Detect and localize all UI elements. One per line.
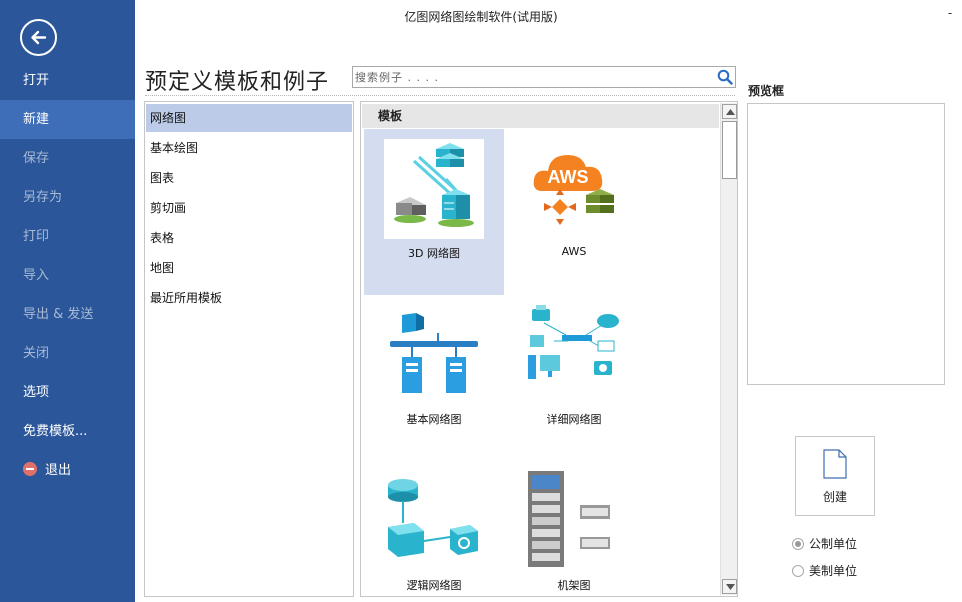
preview-title: 预览框 [748,84,785,98]
us-unit-radio[interactable]: 美制单位 [792,563,857,579]
sidebar-item-save[interactable]: 保存 [0,139,135,178]
sidebar-item-options[interactable]: 选项 [0,373,135,412]
logical-network-thumbnail [388,479,478,557]
sidebar-item-label: 退出 [45,463,72,478]
template-label: 详细网络图 [546,413,602,426]
exit-icon [23,462,37,476]
sidebar-item-label: 新建 [23,112,50,127]
sidebar-item-save-as[interactable]: 另存为 [0,178,135,217]
scroll-down-button[interactable] [722,579,737,594]
triangle-up-icon [726,109,735,115]
sidebar-item-label: 导出 & 发送 [23,307,94,322]
minimize-button[interactable]: - [944,6,956,20]
template-scrollbar[interactable] [720,103,737,595]
metric-unit-radio[interactable]: 公制单位 [792,536,857,552]
app-window: 打开 新建 保存 另存为 打印 导入 导出 & 发送 关闭 选项 免费模板...… [0,0,962,602]
create-label: 创建 [822,490,847,504]
window-title: 亿图网络图绘制软件(试用版) [404,10,558,24]
sidebar-item-label: 保存 [23,151,50,166]
category-basic-drawing[interactable]: 基本绘图 [146,134,352,162]
sidebar-item-free-templates[interactable]: 免费模板... [0,412,135,451]
aws-thumbnail: AWS [533,155,614,225]
sidebar-item-label: 关闭 [23,346,50,361]
category-table[interactable]: 表格 [146,224,352,252]
category-clipart[interactable]: 剪切画 [146,194,352,222]
sidebar-item-print[interactable]: 打印 [0,217,135,256]
template-logical-network[interactable]: 逻辑网络图 [364,461,504,596]
search-input[interactable] [355,68,705,86]
page-title: 预定义模板和例子 [145,70,330,95]
heading-divider [145,95,735,96]
template-3d-network[interactable]: 3D 网络图 [364,129,504,295]
radio-label: 公制单位 [809,537,858,551]
scroll-thumb[interactable] [722,121,737,179]
sidebar-item-label: 打开 [23,73,50,88]
basic-network-thumbnail [390,313,478,393]
sidebar-item-close[interactable]: 关闭 [0,334,135,373]
backstage-sidebar: 打开 新建 保存 另存为 打印 导入 导出 & 发送 关闭 选项 免费模板...… [0,0,135,602]
new-document-icon [823,449,847,479]
category-map[interactable]: 地图 [146,254,352,282]
sidebar-item-label: 免费模板... [23,424,88,439]
sidebar-item-new[interactable]: 新建 [0,100,135,139]
sidebar-item-label: 另存为 [23,190,63,205]
triangle-down-icon [726,584,735,590]
radio-unchecked-icon [792,565,804,577]
category-chart[interactable]: 图表 [146,164,352,192]
search-box[interactable] [352,66,736,88]
template-rack-diagram[interactable]: 机架图 [504,461,644,596]
template-aws[interactable]: AWS AWS [504,129,644,295]
category-list: 网络图 基本绘图 图表 剪切画 表格 地图 最近所用模板 [144,101,354,597]
back-arrow-icon [31,30,47,45]
template-label: 3D 网络图 [408,247,460,260]
template-label: 基本网络图 [406,413,462,426]
sidebar-item-label: 选项 [23,385,50,400]
create-button[interactable]: 创建 [795,436,875,516]
rack-diagram-thumbnail [528,471,610,567]
template-basic-network[interactable]: 基本网络图 [364,295,504,461]
radio-label: 美制单位 [809,564,858,578]
3d-network-thumbnail [384,139,484,239]
sidebar-item-exit[interactable]: 退出 [0,451,135,490]
sidebar-item-import[interactable]: 导入 [0,256,135,295]
scroll-up-button[interactable] [722,104,737,119]
search-icon[interactable] [717,69,733,85]
template-label: AWS [561,245,587,258]
category-network[interactable]: 网络图 [146,104,352,132]
preview-box [747,103,945,385]
aws-logo-text: AWS [547,167,588,187]
template-gallery: 模板 3D 网络图 AWS AWS 基本网络图 详细网络图 逻辑网络图 机架图 [360,101,738,597]
template-label: 机架图 [557,579,591,592]
detailed-network-thumbnail [528,305,619,379]
radio-checked-icon [792,538,804,550]
sidebar-item-export-send[interactable]: 导出 & 发送 [0,295,135,334]
sidebar-item-open[interactable]: 打开 [0,61,135,100]
category-recent-templates[interactable]: 最近所用模板 [146,284,352,312]
sidebar-item-label: 导入 [23,268,50,283]
template-label: 逻辑网络图 [406,579,462,592]
template-detailed-network[interactable]: 详细网络图 [504,295,644,461]
template-section-header: 模板 [362,104,719,128]
sidebar-item-label: 打印 [23,229,50,244]
